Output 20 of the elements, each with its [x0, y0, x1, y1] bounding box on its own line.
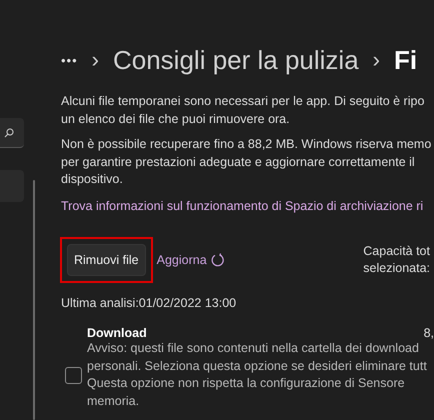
refresh-link[interactable]: Aggiorna: [156, 252, 225, 266]
category-description: Avviso: questi file sono contenuti nella cartella dei download personali. Seleziona questa opzione se desideri eliminare tutt Questa opzione non rispetta la configurazione di Sensore memoria.: [87, 340, 428, 410]
breadcrumb-item: Fi: [394, 44, 418, 76]
category-size: 8,: [424, 326, 434, 340]
remove-files-button[interactable]: Rimuovi file: [67, 244, 146, 276]
category-name: Download: [87, 326, 148, 340]
search-field[interactable]: [0, 118, 24, 148]
category-checkbox[interactable]: [65, 366, 82, 384]
breadcrumb-separator: ›: [372, 47, 380, 73]
notice-text: Non è possibile recuperare fino a 88,2 MB. Windows riserva memo per garantire prestazioni adeguate e aggiornare correttamente il dispositivo.: [61, 136, 432, 188]
info-link[interactable]: Trova informazioni sul funzionamento di Spazio di archiviazione ri: [61, 198, 424, 212]
breadcrumb-item[interactable]: Consigli per la pulizia: [112, 44, 359, 76]
more-button[interactable]: •••: [61, 52, 78, 68]
refresh-icon: [210, 252, 225, 266]
selected-total-label: Capacità tot selezionata:: [363, 242, 430, 276]
intro-text: Alcuni file temporanei sono necessari per le app. Di seguito è ripo un elenco dei file che puoi rimuovere ora.: [61, 93, 426, 128]
breadcrumb-separator: ›: [92, 47, 99, 73]
scroll-bar[interactable]: [33, 180, 35, 420]
search-icon: [4, 128, 14, 138]
last-scan-text: Ultima analisi:01/02/2022 13:00: [61, 294, 238, 312]
